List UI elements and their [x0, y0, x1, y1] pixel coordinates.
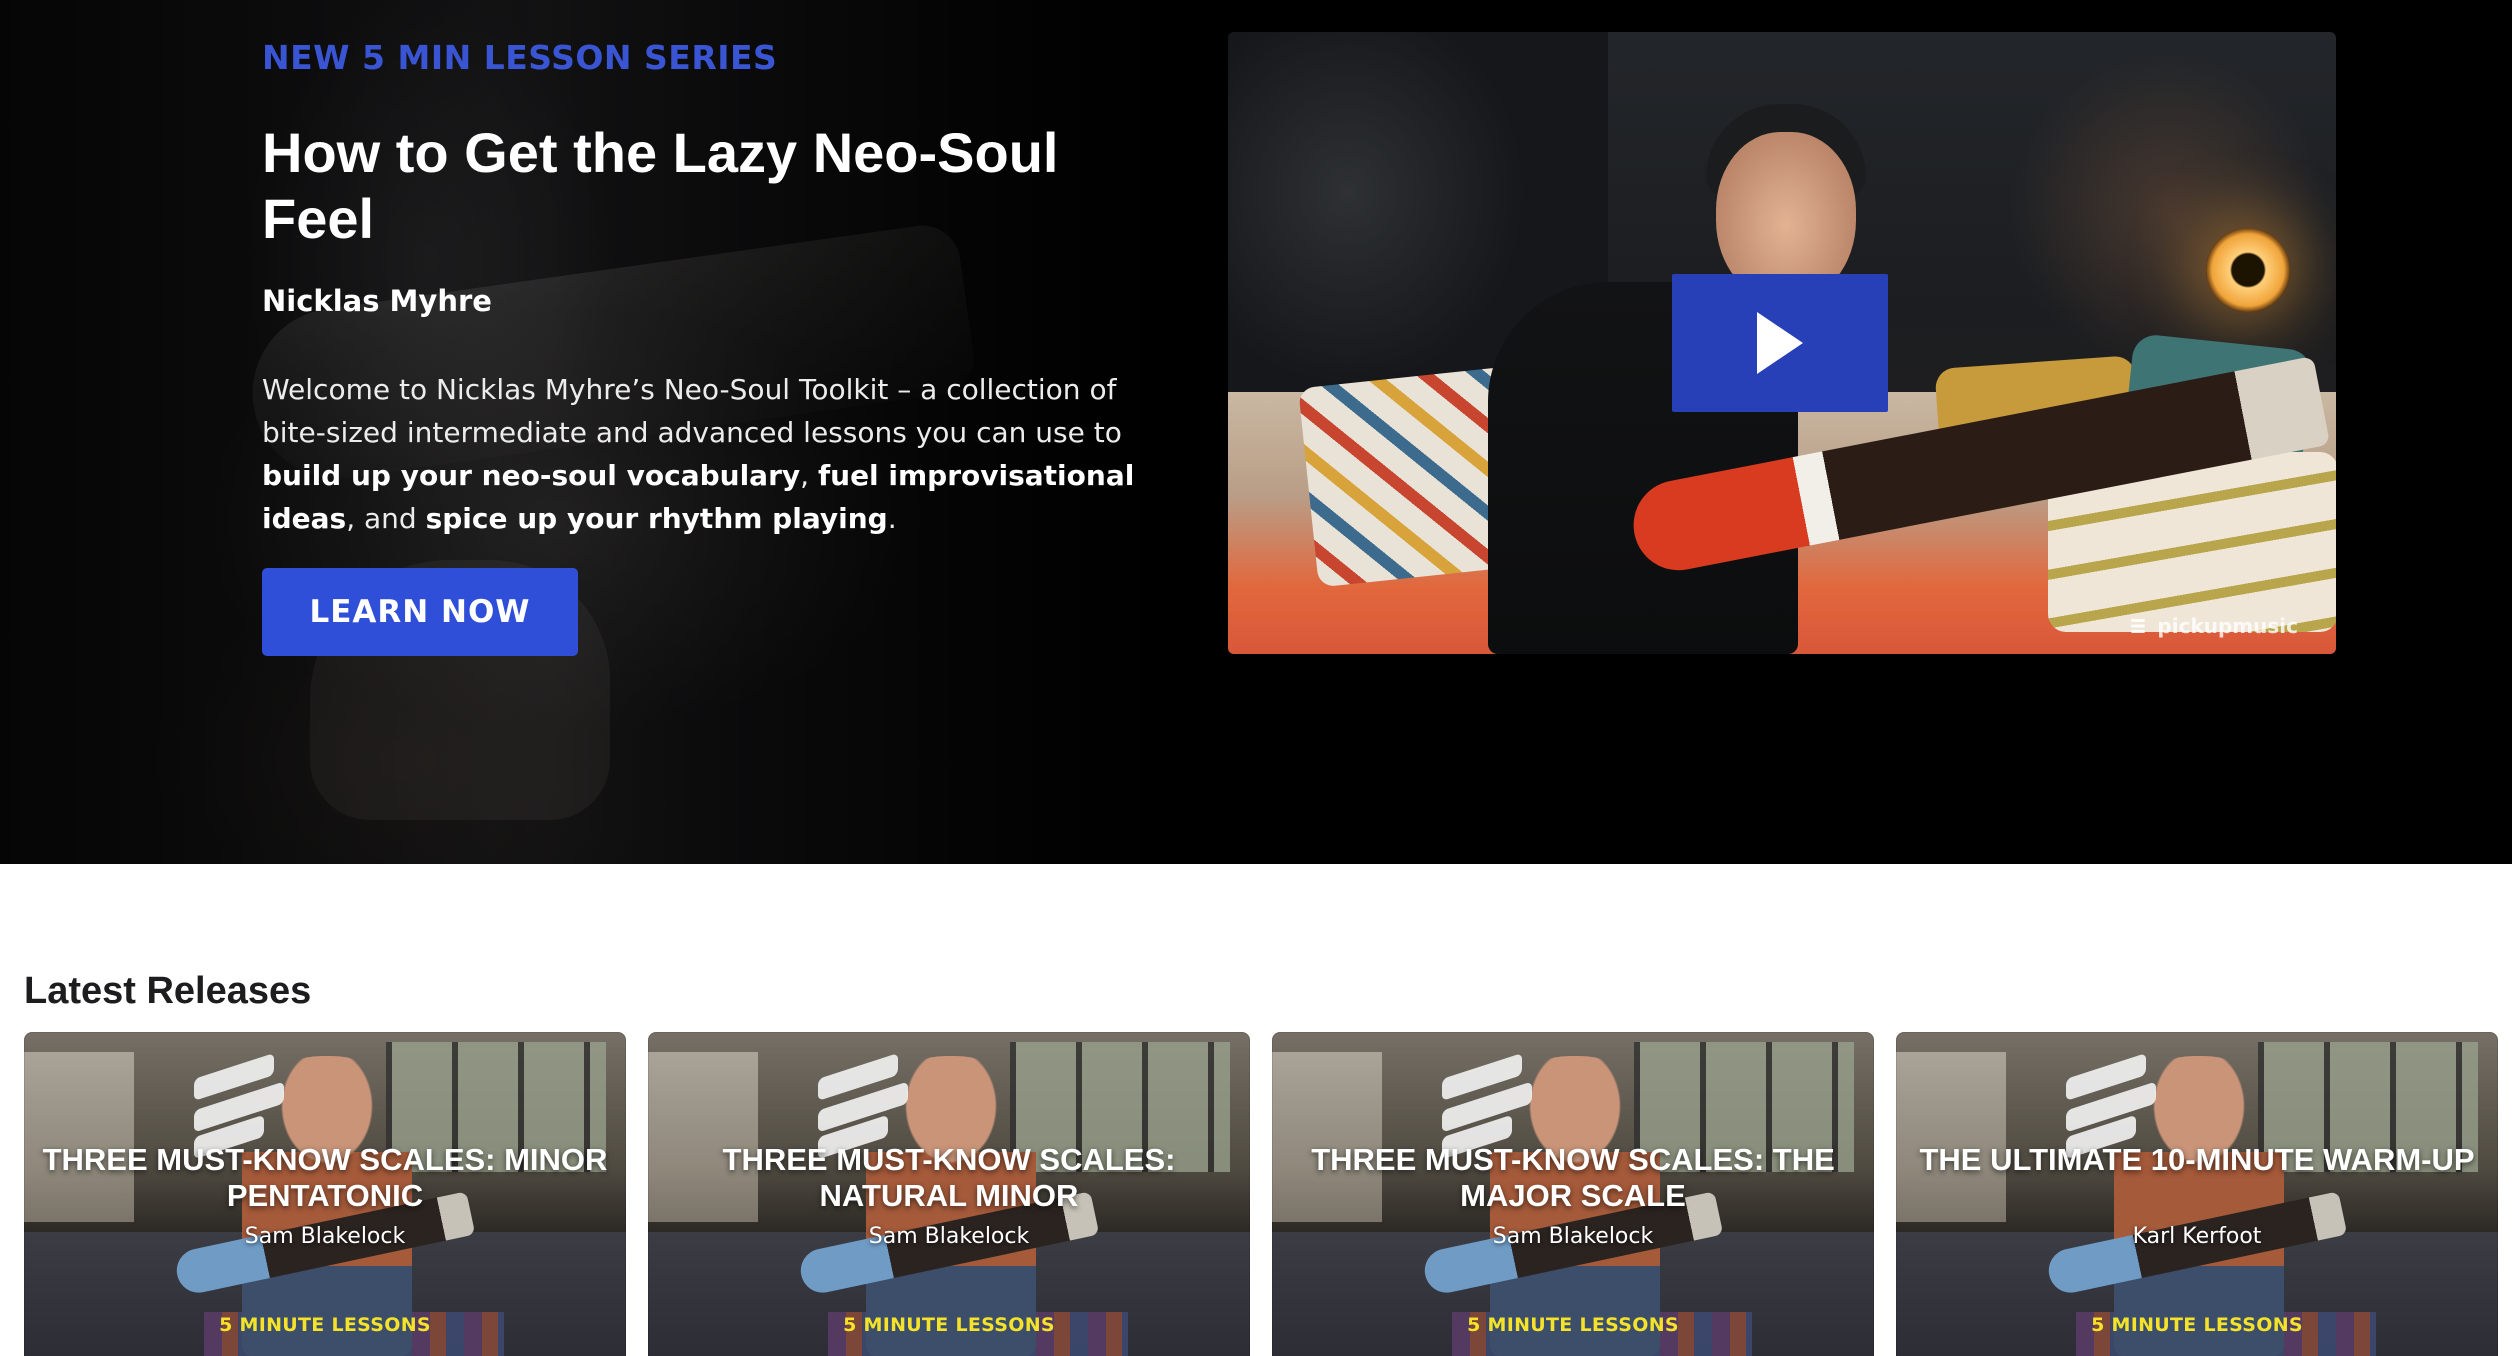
- learn-now-button[interactable]: LEARN NOW: [262, 568, 578, 656]
- play-button[interactable]: [1672, 274, 1888, 412]
- hero-author: Nicklas Myhre: [262, 284, 492, 318]
- latest-releases-heading: Latest Releases: [24, 970, 312, 1012]
- latest-releases-list: THREE MUST-KNOW SCALES: MINOR PENTATONIC…: [24, 1032, 2512, 1356]
- lamp-image: [2206, 228, 2290, 312]
- lesson-card[interactable]: THREE MUST-KNOW SCALES: MINOR PENTATONIC…: [24, 1032, 626, 1356]
- lesson-card[interactable]: THREE MUST-KNOW SCALES: NATURAL MINOR Sa…: [648, 1032, 1250, 1356]
- video-watermark: pickupmusic: [2129, 614, 2298, 638]
- pickupmusic-logo-icon: [2131, 619, 2146, 633]
- hero-description: Welcome to Nicklas Myhre’s Neo-Soul Tool…: [262, 373, 1135, 535]
- play-icon: [1757, 312, 1803, 374]
- hero-title: How to Get the Lazy Neo-Soul Feel: [262, 121, 1059, 250]
- lesson-card[interactable]: THREE MUST-KNOW SCALES: THE MAJOR SCALE …: [1272, 1032, 1874, 1356]
- lesson-card[interactable]: THE ULTIMATE 10-MINUTE WARM-UP Karl Kerf…: [1896, 1032, 2498, 1356]
- hero-banner: NEW 5 MIN LESSON SERIES How to Get the L…: [0, 0, 2512, 864]
- hero-eyebrow: NEW 5 MIN LESSON SERIES: [262, 38, 778, 77]
- video-player[interactable]: pickupmusic: [1228, 32, 2336, 654]
